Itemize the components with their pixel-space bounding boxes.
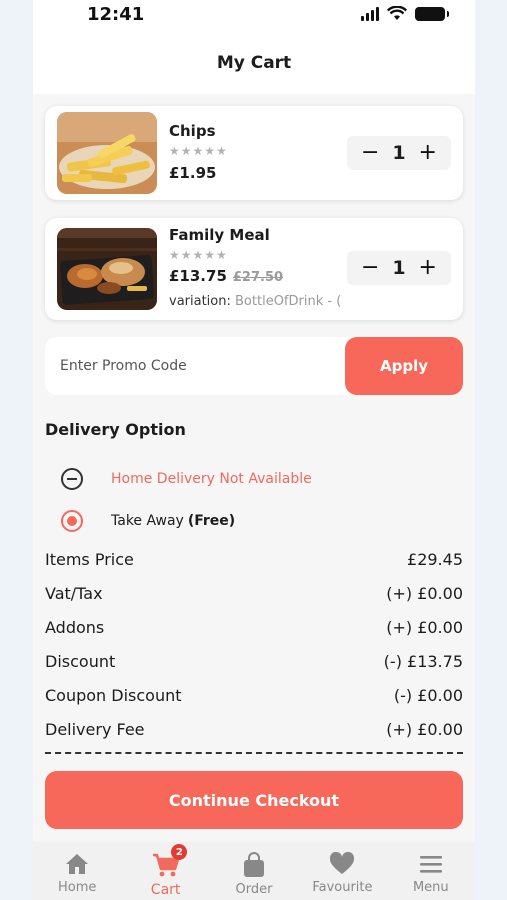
item-price: £13.75 £27.50 (169, 267, 283, 285)
dashed-divider (45, 752, 463, 754)
summary-label: Discount (45, 652, 116, 671)
variation-label: variation: (169, 294, 231, 309)
take-away-option[interactable]: Take Away (Free) (61, 510, 235, 532)
variation-value: BottleOfDrink - ( (235, 294, 342, 309)
summary-row-coupon-discount: Coupon Discount (-) £0.00 (45, 686, 463, 705)
rating-stars: ★★★★★ (169, 248, 228, 262)
home-icon (66, 854, 89, 874)
radio-selected-icon[interactable] (61, 510, 83, 532)
tab-home[interactable]: Home (33, 842, 121, 900)
item-price: £1.95 (169, 164, 217, 182)
summary-label: Coupon Discount (45, 686, 182, 705)
continue-checkout-button[interactable]: Continue Checkout (45, 771, 463, 829)
summary-value: (+) £0.00 (386, 584, 463, 603)
family-meal-image (57, 228, 157, 310)
header: My Cart (33, 32, 475, 94)
summary-row-discount: Discount (-) £13.75 (45, 652, 463, 671)
tab-label: Cart (150, 882, 181, 898)
quantity-value: 1 (392, 142, 406, 164)
increase-button[interactable]: + (419, 257, 437, 279)
decrease-button[interactable]: − (361, 142, 379, 164)
status-time: 12:41 (87, 4, 145, 25)
summary-label: Addons (45, 618, 105, 637)
signal-icon (361, 6, 379, 21)
tab-order[interactable]: Order (210, 842, 298, 900)
bag-icon (244, 852, 265, 877)
tab-label: Favourite (312, 880, 373, 895)
wifi-icon (387, 6, 407, 20)
summary-row-addons: Addons (+) £0.00 (45, 618, 463, 637)
chips-image (57, 112, 157, 194)
app-screen: 12:41 My Cart Chips ★★★★★ £1.95 − 1 + Fa… (33, 0, 475, 900)
quantity-stepper: − 1 + (347, 136, 451, 170)
tab-label: Order (235, 882, 273, 897)
unavailable-icon (61, 468, 83, 490)
summary-label: Vat/Tax (45, 584, 103, 603)
quantity-value: 1 (392, 257, 406, 279)
tab-label: Menu (412, 880, 449, 895)
summary-row-items-price: Items Price £29.45 (45, 550, 463, 569)
apply-button[interactable]: Apply (345, 337, 463, 395)
summary-value: (-) £13.75 (383, 652, 463, 671)
promo-code-box: Apply (45, 337, 463, 395)
summary-row-vat: Vat/Tax (+) £0.00 (45, 584, 463, 603)
promo-code-input[interactable] (45, 337, 345, 395)
bottom-tab-bar: Home 2 Cart Order Favourite Menu (33, 842, 475, 900)
take-away-label: Take Away (Free) (111, 513, 235, 529)
current-price: £13.75 (169, 267, 227, 285)
increase-button[interactable]: + (419, 142, 437, 164)
battery-icon (415, 6, 449, 21)
summary-label: Delivery Fee (45, 720, 145, 739)
tab-menu[interactable]: Menu (387, 842, 475, 900)
tab-cart[interactable]: 2 Cart (121, 842, 209, 900)
home-delivery-option: Home Delivery Not Available (61, 468, 312, 490)
summary-value: (-) £0.00 (393, 686, 463, 705)
tab-favourite[interactable]: Favourite (298, 842, 386, 900)
cart-item-chips: Chips ★★★★★ £1.95 − 1 + (45, 106, 463, 200)
status-icons (361, 6, 449, 21)
tab-label: Home (58, 880, 97, 895)
status-bar: 12:41 (33, 0, 475, 32)
take-away-text: Take Away (111, 513, 184, 529)
cart-item-family-meal: Family Meal ★★★★★ £13.75 £27.50 variation… (45, 218, 463, 320)
cart-count-badge: 2 (171, 844, 188, 860)
rating-stars: ★★★★★ (169, 144, 228, 158)
page-title: My Cart (216, 53, 292, 73)
summary-value: £29.45 (407, 550, 463, 569)
summary-row-delivery-fee: Delivery Fee (+) £0.00 (45, 720, 463, 739)
summary-value: (+) £0.00 (386, 720, 463, 739)
item-variation: variation: BottleOfDrink - ( (169, 294, 349, 309)
old-price: £27.50 (232, 270, 284, 285)
home-delivery-label: Home Delivery Not Available (111, 471, 312, 487)
decrease-button[interactable]: − (361, 257, 379, 279)
item-name: Family Meal (169, 226, 270, 244)
quantity-stepper: − 1 + (347, 251, 451, 285)
summary-value: (+) £0.00 (386, 618, 463, 637)
delivery-option-title: Delivery Option (45, 420, 186, 439)
heart-icon (330, 852, 355, 874)
menu-icon (419, 856, 442, 873)
item-name: Chips (169, 122, 216, 140)
take-away-note: (Free) (187, 513, 236, 529)
summary-label: Items Price (45, 550, 134, 569)
